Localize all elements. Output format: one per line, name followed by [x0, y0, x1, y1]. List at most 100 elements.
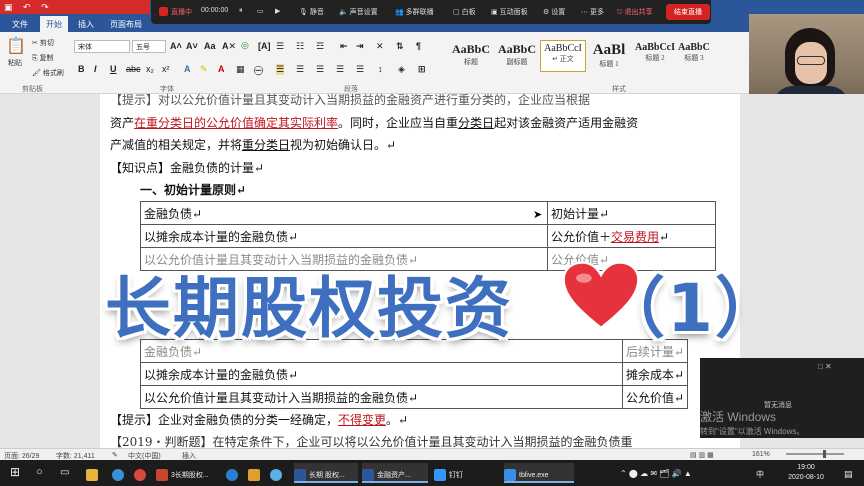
- chinese-layout-icon[interactable]: ✕: [376, 41, 384, 52]
- end-live-button[interactable]: 结束直播: [666, 4, 710, 20]
- justify-icon[interactable]: ☰: [336, 64, 344, 75]
- grow-font-icon[interactable]: A˄: [170, 41, 182, 51]
- tab-home[interactable]: 开始: [40, 16, 68, 32]
- edge-icon[interactable]: [226, 463, 241, 483]
- borders-icon[interactable]: ⊞: [418, 64, 426, 75]
- align-right-icon[interactable]: ☰: [316, 64, 324, 75]
- distribute-icon[interactable]: ☰: [356, 64, 364, 75]
- change-case-icon[interactable]: Aa: [204, 41, 216, 51]
- shrink-font-icon[interactable]: A˅: [186, 41, 198, 51]
- chrome-icon[interactable]: [134, 463, 149, 483]
- paint-icon[interactable]: [248, 463, 263, 483]
- redo-icon[interactable]: ↷: [41, 2, 49, 12]
- group-icon: 👥: [395, 9, 404, 16]
- multi-group-button[interactable]: 👥 多群联播: [395, 7, 434, 17]
- folder-icon[interactable]: [86, 463, 101, 483]
- italic-button[interactable]: I: [94, 64, 97, 74]
- zoom-level[interactable]: 161%: [752, 451, 770, 458]
- search-icon[interactable]: ○: [36, 463, 43, 483]
- strikethrough-button[interactable]: abc: [126, 64, 141, 74]
- shading-icon[interactable]: ◈: [398, 64, 405, 75]
- exit-share-button[interactable]: ⎋ 退出共享: [617, 7, 653, 17]
- table-cell: 初始计量↵: [547, 201, 716, 225]
- taskbar-app-dingtalk[interactable]: 钉钉: [434, 463, 480, 483]
- superscript-button[interactable]: x²: [162, 64, 170, 74]
- clock-date: 2020-08-10: [788, 474, 824, 481]
- style-subtitle[interactable]: AaBbC 副标题: [494, 40, 540, 72]
- style-heading-1[interactable]: AaBl 标题 1: [586, 40, 632, 72]
- text-effect-button[interactable]: A: [184, 64, 191, 74]
- zoom-slider-handle[interactable]: [823, 450, 826, 458]
- paste-icon[interactable]: 📋: [6, 36, 26, 56]
- ime-indicator[interactable]: 中: [756, 463, 764, 483]
- view-buttons-icon[interactable]: ▤ ▥ ▦: [690, 451, 714, 459]
- video-icon[interactable]: ▶: [275, 7, 280, 15]
- windows-start-icon[interactable]: ⊞: [10, 463, 20, 483]
- powerpoint-icon: [156, 469, 168, 481]
- font-size-select[interactable]: 五号: [132, 40, 166, 53]
- quick-access-toolbar[interactable]: ▣ ↶ ↷: [4, 2, 49, 13]
- enclose-char-icon[interactable]: ㊀: [254, 64, 263, 77]
- phonetic-icon[interactable]: ◎: [241, 40, 249, 51]
- interaction-panel-button[interactable]: ▣ 互动面板: [491, 7, 528, 17]
- brush-icon: 🖌: [32, 70, 41, 77]
- paste-button[interactable]: 粘贴: [8, 58, 22, 68]
- style-title[interactable]: AaBbC 标题: [448, 40, 494, 72]
- sort-icon[interactable]: ⇅: [396, 41, 404, 52]
- tab-file[interactable]: 文件: [6, 16, 34, 32]
- style-heading-2[interactable]: AaBbCcI 标题 2: [632, 40, 678, 72]
- undo-icon[interactable]: ↶: [23, 2, 31, 12]
- style-heading-3[interactable]: AaBbC 标题 3: [678, 40, 710, 72]
- exit-icon: ⎋: [617, 9, 623, 16]
- cut-button[interactable]: ✂ 剪切: [32, 38, 54, 48]
- increase-indent-icon[interactable]: ⇥: [356, 41, 364, 52]
- browser-icon[interactable]: [112, 463, 127, 483]
- numbering-icon[interactable]: ☷: [296, 41, 304, 52]
- format-painter-button[interactable]: 🖌 格式刷: [32, 68, 64, 78]
- camera-icon[interactable]: ▭: [257, 7, 264, 15]
- notification-center-icon[interactable]: ▤: [844, 463, 853, 483]
- task-view-icon[interactable]: ▭: [60, 463, 69, 483]
- clear-format-icon[interactable]: A✕: [222, 41, 236, 52]
- line-spacing-icon[interactable]: ↕: [378, 64, 383, 74]
- tray-icons[interactable]: ⌃ ⬤ ☁ ✉ 🗂 🔊 ▲: [620, 463, 692, 483]
- table-cell: 以摊余成本计量的金融负债↵: [140, 362, 623, 386]
- font-name-select[interactable]: 宋体: [74, 40, 130, 53]
- live-settings-button[interactable]: ⚙ 设置: [543, 7, 565, 17]
- proof-icon[interactable]: ✎: [112, 451, 118, 459]
- more-button[interactable]: ⋯ 更多: [581, 7, 604, 17]
- align-left-icon[interactable]: ☰: [276, 64, 285, 75]
- window-controls-icon[interactable]: □ ✕: [818, 362, 832, 371]
- taskbar-app-tblive[interactable]: tblive.exe: [504, 463, 574, 483]
- align-center-icon[interactable]: ☰: [296, 64, 304, 75]
- mute-button[interactable]: 🎙 静音: [299, 7, 324, 17]
- tab-page-layout[interactable]: 页面布局: [104, 16, 148, 32]
- taskbar-app-word-2[interactable]: 金融资产...: [362, 463, 428, 483]
- subscript-button[interactable]: x₂: [146, 64, 154, 74]
- clock-time: 19:00: [797, 464, 815, 471]
- font-color-button[interactable]: A: [218, 64, 225, 74]
- show-marks-icon[interactable]: ¶: [416, 41, 421, 51]
- taskbar-clock[interactable]: 19:00 2020-08-10: [776, 463, 836, 483]
- cloud-icon[interactable]: [270, 463, 285, 483]
- bullets-icon[interactable]: ☰: [276, 41, 284, 52]
- char-shading-icon[interactable]: ▦: [236, 64, 245, 75]
- underline-button[interactable]: U: [110, 64, 117, 74]
- bold-button[interactable]: B: [78, 64, 85, 74]
- style-normal[interactable]: AaBbCcI ↵ 正文: [540, 40, 586, 72]
- char-border-icon[interactable]: [A]: [258, 41, 271, 51]
- zoom-slider[interactable]: [786, 453, 844, 455]
- sound-settings-button[interactable]: 🔈 声音设置: [339, 7, 378, 17]
- save-icon[interactable]: ▣: [4, 2, 13, 12]
- pause-icon[interactable]: ⏸: [239, 7, 243, 15]
- tab-insert[interactable]: 插入: [72, 16, 100, 32]
- highlight-icon[interactable]: ✎: [200, 64, 208, 75]
- whiteboard-button[interactable]: ▢ 白板: [453, 7, 476, 17]
- live-icon: [159, 7, 168, 16]
- live-status: 直播中: [171, 9, 192, 16]
- multilevel-list-icon[interactable]: ☲: [316, 41, 324, 52]
- taskbar-app-ppt[interactable]: 3长期股权...: [156, 463, 224, 483]
- copy-button[interactable]: ⎘ 复制: [32, 53, 54, 63]
- decrease-indent-icon[interactable]: ⇤: [340, 41, 348, 52]
- taskbar-app-word-1[interactable]: 长期 股权...: [294, 463, 358, 483]
